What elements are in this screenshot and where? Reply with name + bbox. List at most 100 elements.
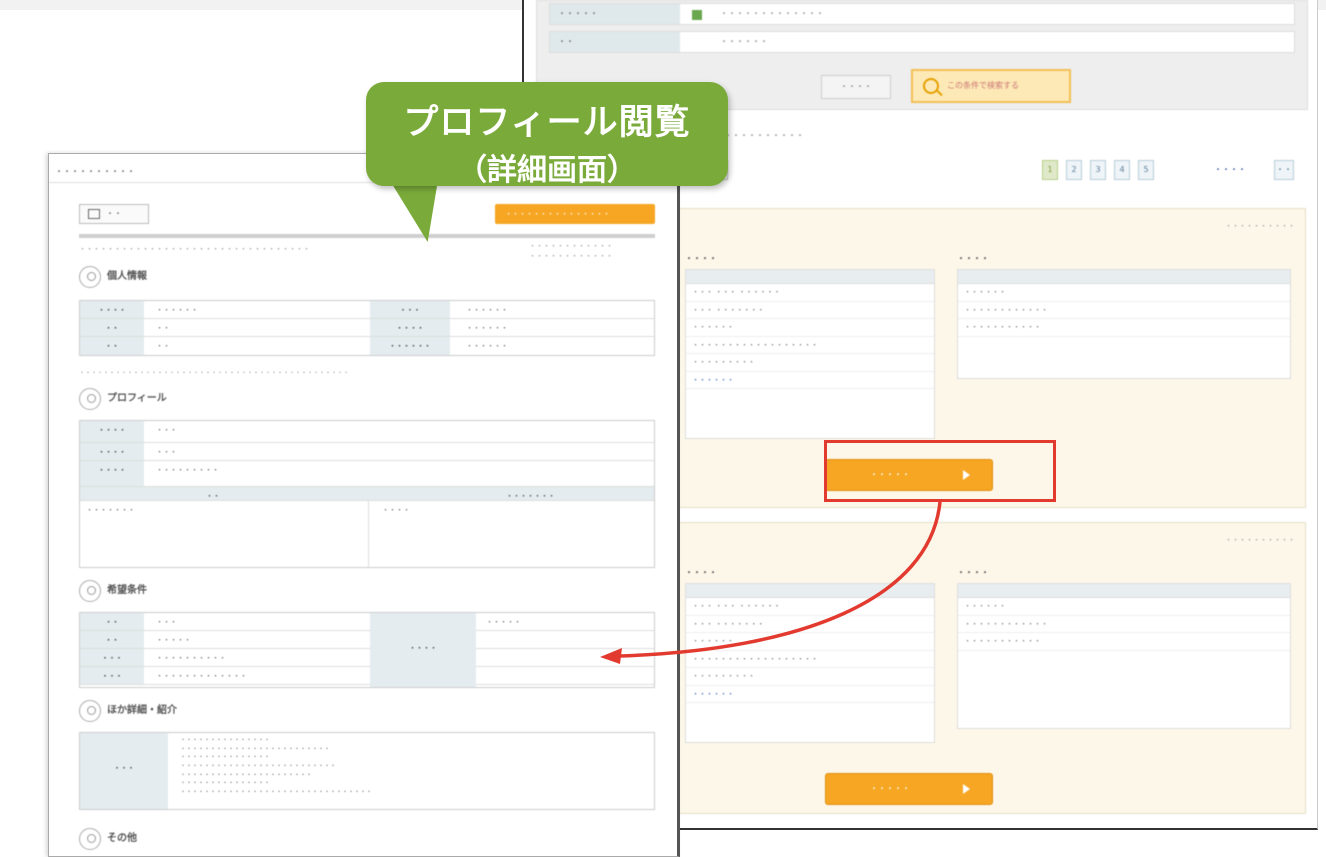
- table-line: ・・・・・・・・・: [686, 354, 934, 372]
- detail-link[interactable]: ・・・・・・: [686, 686, 934, 703]
- note-text: ・・・・・・・・・・・・・・・・・・・・・・・・・・・・・・・・・・・・・・・・…: [79, 370, 350, 377]
- table-row: ・・・・ ・・・: [80, 421, 654, 443]
- cell-label: ・・: [80, 613, 144, 630]
- arrow-right-icon: [963, 784, 970, 794]
- printer-icon: [88, 209, 100, 219]
- form-row-value[interactable]: ・・・・・・・・・・・・・: [720, 8, 824, 19]
- divider: [79, 234, 655, 238]
- card-date: ・・・・・・・・・・: [1225, 222, 1295, 230]
- table-row: ・・ ・・・: [80, 613, 654, 631]
- page-5[interactable]: 5: [1138, 160, 1154, 180]
- form-row-1: ・・ ・・・・・・: [549, 31, 1295, 53]
- cell-label: ・・・・: [370, 319, 450, 336]
- form-checkbox[interactable]: [692, 10, 702, 20]
- basic-info-table: ・・・ ・・・ ・・・・・・ ・・・ ・・・・・・・ ・・・・・・ ・・・・・・…: [685, 269, 935, 439]
- profile-detail-content: ・・・・・・・・・・ ・・ ・・・・・・・・・・・・・・・ ・・・・・・・・・・…: [49, 154, 677, 856]
- basic-info-heading: ・・・・: [685, 254, 717, 263]
- table-line: ・・・・・・・・・・・・: [958, 616, 1290, 633]
- cell-value: ・・・・・・: [466, 306, 508, 314]
- cell-label: ・・・・: [80, 421, 144, 442]
- cell-value: ・・・: [156, 618, 177, 626]
- cell-label: ・・・・: [80, 461, 144, 486]
- search-icon: [923, 78, 939, 94]
- table-header: [686, 270, 934, 284]
- section-intro: ほか詳細・紹介: [79, 700, 177, 722]
- table-row: ・・ ・・・・・: [80, 631, 654, 649]
- intro-table: ・・・ ・・・・・・・・・・・・・・・ ・・・・・・・・・・・・・・・・・・・・…: [79, 732, 655, 810]
- table-line: ・・・ ・・・・・・・: [686, 616, 934, 633]
- table-line: ・・・・・・・・・・・・・・・・・・: [686, 651, 934, 668]
- table-line: ・・・ ・・・ ・・・・・・: [686, 284, 934, 302]
- cell-label: ・・・: [370, 301, 450, 318]
- cell-label: ・・: [80, 319, 144, 336]
- table-row: ・・・・ ・・・・・・・・・: [80, 461, 654, 487]
- intro-text: ・・・・・・・・・・・・・・・ ・・・・・・・・・・・・・・・・・・・・・・・・…: [180, 737, 372, 798]
- section-personal: 個人情報: [79, 266, 147, 288]
- cell-label: ・・・・: [370, 613, 476, 687]
- print-button[interactable]: ・・: [79, 204, 149, 224]
- subheader-cell: ・・・・・・・: [506, 492, 555, 500]
- profile-icon: [79, 388, 101, 410]
- hope-table: ・・・・・・ ・・・・・・・・・・・・ ・・・・・・・・・・・: [957, 269, 1291, 379]
- table-header: [958, 584, 1290, 598]
- cell-label: ・・・: [80, 667, 144, 684]
- registration-dates: ・・・・・・・・・・・・ ・・・・・・・・・・・・: [529, 242, 613, 262]
- cell-value: ・・・・・・・・・: [156, 466, 219, 474]
- cell-label: ・・: [80, 337, 144, 355]
- view-detail-button[interactable]: ・・・・・: [825, 773, 993, 805]
- page-4[interactable]: 4: [1114, 160, 1130, 180]
- section-other: その他: [79, 828, 137, 850]
- update-date: ・・・・・・・・・・・・: [529, 251, 613, 260]
- cell-value: ・・・・・: [156, 636, 191, 644]
- result-count: ・・・・・・・・・・: [724, 131, 804, 140]
- intro-line: ・・・・・・・・・・・・・・・: [180, 737, 271, 744]
- breadcrumb: ・・・・・・・・・・・・・・・・・・・・・・・・・・・・・・・・・: [79, 245, 310, 253]
- form-row-value[interactable]: ・・・・・・: [720, 36, 768, 47]
- back-to-list-button[interactable]: ・・・・・・・・・・・・・・・: [495, 204, 655, 224]
- table-line: ・・・・・・・・・・・: [958, 319, 1290, 337]
- table-row: ・・・ ・・・・・・・・・・・・・: [80, 667, 654, 685]
- hope-heading: ・・・・: [957, 568, 989, 577]
- basic-info-heading: ・・・・: [685, 568, 717, 577]
- intro-line: ・・・・・・・・・・・・・・・: [180, 754, 271, 762]
- page-3[interactable]: 3: [1090, 160, 1106, 180]
- table-header: [958, 270, 1290, 284]
- intro-line: ・・・・・・・・・・・・・・・: [180, 780, 271, 788]
- page-1[interactable]: 1: [1042, 160, 1058, 180]
- table-line: ・・・・・・・・・・・: [958, 633, 1290, 651]
- last-page-button[interactable]: ・・: [1274, 160, 1294, 180]
- wish-icon: [79, 580, 101, 602]
- cell-value: ・・・・・・・・・・: [156, 654, 226, 662]
- cell-value: ・・: [156, 342, 170, 350]
- personal-table: ・・・・ ・・・・・・ ・・・ ・・・・・・ ・・ ・・ ・・・・ ・・・・・・…: [79, 300, 655, 356]
- view-detail-label: ・・・・・: [870, 784, 910, 793]
- section-wish: 希望条件: [79, 580, 147, 602]
- intro-line: ・・・・・・・・・・・・・・・・・・・・・・・・・・: [180, 763, 337, 771]
- section-title: 個人情報: [107, 271, 147, 282]
- intro-icon: [79, 700, 101, 722]
- clear-button[interactable]: ・・・・: [821, 75, 891, 99]
- cell-label: ・・・・・・: [370, 337, 450, 355]
- page-2[interactable]: 2: [1066, 160, 1082, 180]
- cell-label: ・・・・: [80, 301, 144, 318]
- cell-value: ・・・: [156, 448, 177, 456]
- search-button-label: この条件で検索する: [947, 81, 1019, 90]
- cell-label: ・・: [80, 631, 144, 648]
- table-row: ・・・・・・・ ・・・・: [80, 501, 654, 567]
- table-line: ・・・・・・・・・・・・・・・・・・: [686, 337, 934, 354]
- card-date: ・・・・・・・・・・: [1225, 536, 1295, 544]
- result-card: ・・・・・・・・・・ ・・・・ ・・・・ ・・・ ・・・ ・・・・・・ ・・・ …: [674, 522, 1306, 814]
- table-line: ・・・・・・: [958, 284, 1290, 302]
- intro-line: ・・・・・・・・・・・・・・・・・・・・・・・・・・・・・・・・: [180, 789, 373, 797]
- cell-value: ・・: [156, 324, 170, 332]
- print-label: ・・: [106, 209, 122, 218]
- cell-value: ・・・・: [382, 506, 410, 514]
- detail-link[interactable]: ・・・・・・: [686, 372, 934, 389]
- section-title: その他: [107, 833, 137, 844]
- cell-value: ・・・・・・・: [86, 506, 135, 514]
- next-page-link[interactable]: ・・・・: [1214, 164, 1246, 175]
- highlight-box: [824, 440, 1056, 502]
- table-line: ・・・・・・・・・・・・: [958, 302, 1290, 319]
- search-button[interactable]: この条件で検索する: [911, 69, 1071, 103]
- table-row: ・・ ・・ ・・・・ ・・・・・・: [80, 319, 654, 337]
